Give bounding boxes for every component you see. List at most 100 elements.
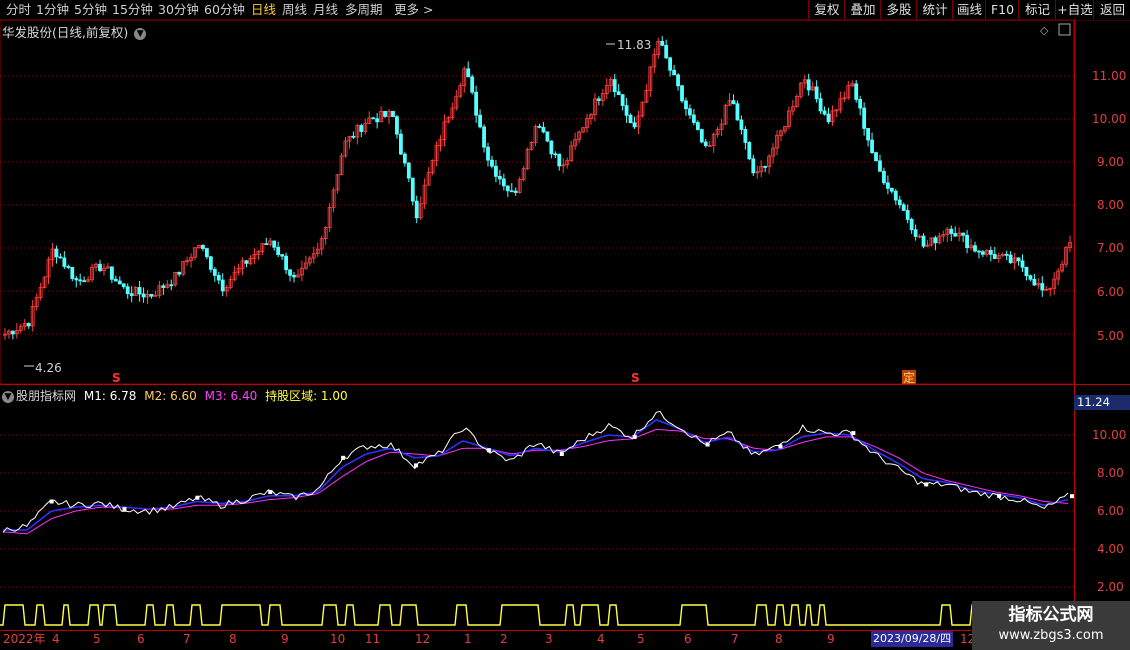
candle-body <box>878 160 882 172</box>
candle-body <box>513 190 518 193</box>
price-tick: 11.00 <box>1092 69 1126 83</box>
chevron-down-icon[interactable]: ▼ <box>134 27 147 40</box>
current-indicator-value: 11.24 <box>1074 395 1130 410</box>
candle-body <box>161 285 166 288</box>
candle-body <box>177 271 182 275</box>
candle-body <box>981 251 985 255</box>
candle-body <box>699 129 704 143</box>
candle-body <box>466 68 471 78</box>
time-label: 7 <box>731 632 739 646</box>
candle-body <box>612 79 617 93</box>
candle-body <box>905 210 910 220</box>
low-price-label: 4.26 <box>35 361 62 375</box>
candle-body <box>486 146 490 161</box>
time-label: 8 <box>229 632 237 646</box>
m2-label: M2: 6.60 <box>144 389 197 403</box>
candle-body <box>1028 275 1033 280</box>
candle-body <box>893 190 898 201</box>
candle-body <box>854 83 859 100</box>
candle-body <box>1008 254 1013 263</box>
candle-body <box>70 266 75 279</box>
candle-body <box>54 248 59 258</box>
time-label: 4 <box>597 632 605 646</box>
price-tick: 5.00 <box>1097 329 1124 343</box>
candle-body <box>1032 278 1037 286</box>
signal-dot <box>341 455 346 460</box>
candle-body <box>735 103 740 121</box>
candle-body <box>889 187 894 192</box>
holding-zone-line <box>0 604 1074 626</box>
candle-body <box>885 182 890 189</box>
candle-body <box>676 74 680 87</box>
signal-dot <box>997 493 1002 498</box>
price-tick: 9.00 <box>1097 155 1124 169</box>
signal-dot <box>705 442 710 447</box>
candle-body <box>359 125 364 132</box>
price-panel-frame <box>0 19 1075 385</box>
high-price-label: 11.83 <box>617 38 651 52</box>
candle-body <box>684 100 688 110</box>
candle-body <box>874 152 878 162</box>
candle-body <box>680 85 684 102</box>
chart-canvas[interactable]: 11.00 10.00 9.00 8.00 7.00 6.00 5.00 10.… <box>0 0 1130 650</box>
candle-body <box>628 114 633 124</box>
time-label: 2 <box>500 632 508 646</box>
candle-body <box>537 125 542 128</box>
candle-body <box>933 237 938 244</box>
time-label: 2022年 <box>3 632 46 646</box>
candle-body <box>399 133 403 155</box>
candle-body <box>474 91 479 116</box>
candle-body <box>763 166 768 168</box>
candle-body <box>672 69 676 76</box>
candle-body <box>66 266 71 268</box>
candle-body <box>205 248 209 258</box>
time-label: 11 <box>365 632 380 646</box>
candle-body <box>1004 253 1009 256</box>
candle-body <box>707 145 712 147</box>
candle-body <box>549 140 554 155</box>
signal-dot <box>632 434 637 439</box>
panel-toggle-icon[interactable] <box>1058 23 1071 36</box>
candle-body <box>141 293 146 298</box>
candle-body <box>1020 260 1025 268</box>
candle-body <box>731 100 736 105</box>
candle-body <box>695 122 700 130</box>
time-label: 5 <box>93 632 101 646</box>
time-label: 9 <box>281 632 289 646</box>
time-label: 5 <box>637 632 645 646</box>
diamond-icon[interactable]: ◇ <box>1040 24 1049 37</box>
candle-body <box>822 110 827 115</box>
candle-body <box>509 190 514 193</box>
candle-body <box>375 118 380 123</box>
candle-body <box>862 107 867 129</box>
candle-body <box>280 254 285 257</box>
candle-body <box>216 275 221 281</box>
candle-body <box>913 229 918 237</box>
candle-body <box>501 178 506 187</box>
candle-body <box>121 283 126 288</box>
chevron-down-icon[interactable]: ▼ <box>2 390 14 403</box>
indicator-tick: 4.00 <box>1097 542 1124 556</box>
zone-label: 持股区域: 1.00 <box>265 389 348 403</box>
candle-body <box>949 228 954 234</box>
candle-body <box>973 245 977 252</box>
candle-body <box>74 278 79 281</box>
candle-body <box>1040 283 1045 291</box>
candle-body <box>818 98 823 112</box>
candle-body <box>596 98 601 101</box>
signal-dot <box>414 463 419 468</box>
stock-title: 华发股份(日线,前复权) ▼ <box>2 22 147 41</box>
sell-marker: S <box>112 371 121 385</box>
watermark-url: www.zbgs3.com <box>998 628 1104 643</box>
candle-body <box>264 243 269 246</box>
watermark: 指标公式网 www.zbgs3.com <box>972 601 1130 650</box>
m1-line <box>2 410 1069 533</box>
candle-body <box>953 233 958 237</box>
candle-body <box>58 256 63 259</box>
candle-body <box>858 98 863 109</box>
candle-body <box>113 278 118 282</box>
candle-body <box>490 159 494 167</box>
candle-body <box>866 128 870 141</box>
candle-body <box>201 244 205 249</box>
candle-body <box>1016 257 1021 262</box>
